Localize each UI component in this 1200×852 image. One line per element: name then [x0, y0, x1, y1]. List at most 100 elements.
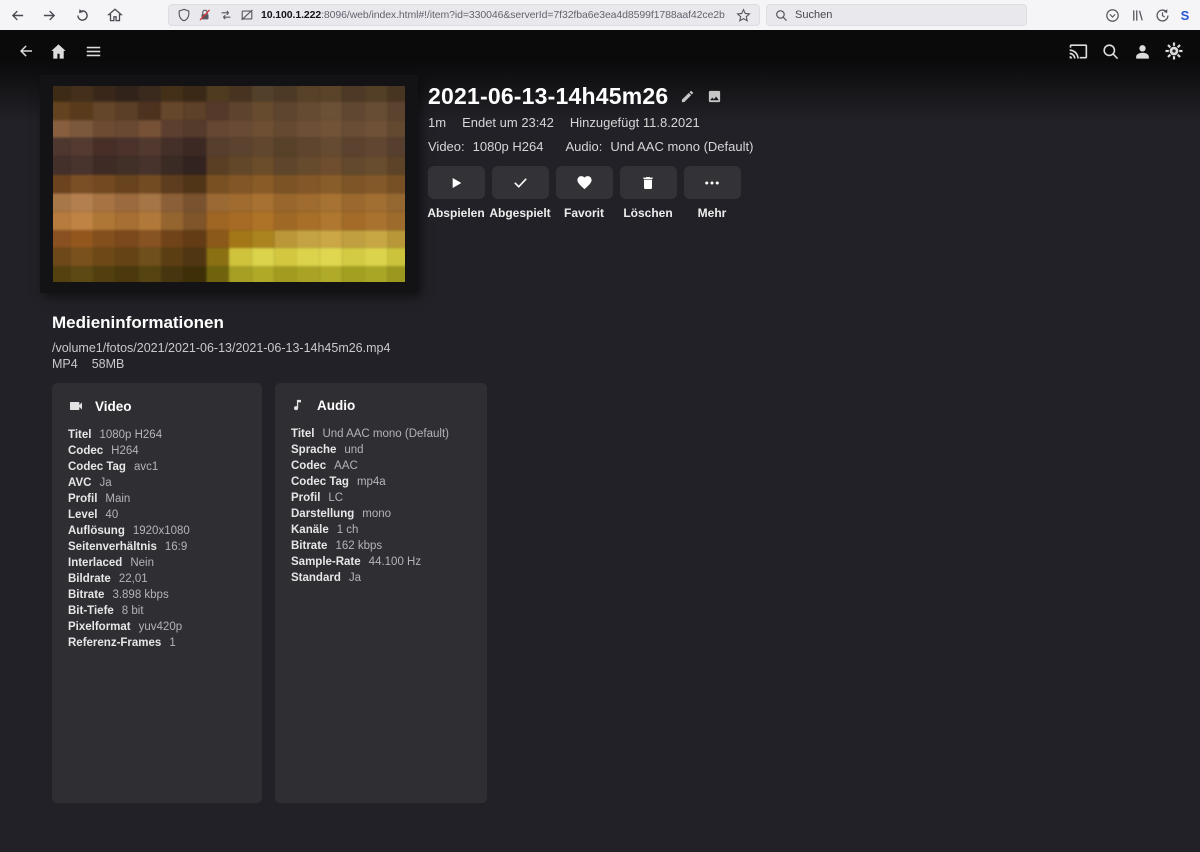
media-attribute-row: Titel 1080p H264: [68, 427, 246, 443]
attribute-label: Codec: [291, 460, 327, 472]
jellyfin-app: 2021-06-13-14h45m26 1m Endet um 23:42 Hi…: [0, 30, 1200, 852]
media-attribute-row: Kanäle 1 ch: [291, 522, 471, 538]
permissions-icon[interactable]: [219, 8, 233, 22]
app-search-icon[interactable]: [1097, 38, 1123, 64]
media-attribute-row: Bitrate 3.898 kbps: [68, 587, 246, 603]
user-icon[interactable]: [1129, 38, 1155, 64]
file-size: 58MB: [91, 357, 125, 371]
attribute-value: 8 bit: [121, 605, 144, 617]
edit-icon[interactable]: [680, 89, 695, 104]
url-host: 10.100.1.222: [261, 9, 322, 21]
mark-played-button[interactable]: [491, 166, 549, 199]
delete-button[interactable]: [619, 166, 677, 199]
attribute-label: Seitenverhältnis: [68, 541, 157, 553]
media-attribute-row: Darstellung mono: [291, 506, 471, 522]
attribute-value: 3.898 kbps: [112, 589, 169, 601]
attribute-value: Nein: [130, 557, 154, 569]
favorite-action: Favorit: [552, 166, 616, 220]
browser-reload-icon[interactable]: [71, 4, 93, 26]
attribute-value: 22,01: [118, 573, 148, 585]
history-icon[interactable]: [1151, 4, 1173, 26]
attribute-value: und: [344, 444, 364, 456]
video-stream-value[interactable]: 1080p H264: [473, 139, 544, 154]
settings-gear-icon[interactable]: [1161, 38, 1187, 64]
pocket-icon[interactable]: [1101, 4, 1123, 26]
url-bar[interactable]: 10.100.1.222:8096/web/index.html#!/item?…: [168, 4, 760, 26]
media-attribute-row: Auflösung 1920x1080: [68, 523, 246, 539]
video-card-title: Video: [95, 398, 132, 414]
music-note-icon: [293, 399, 301, 411]
date-added: Hinzugefügt 11.8.2021: [569, 115, 700, 130]
attribute-value: LC: [328, 492, 344, 504]
cast-icon[interactable]: [1065, 38, 1091, 64]
attribute-value: 44.100 Hz: [368, 556, 422, 568]
browser-search-bar[interactable]: Suchen: [766, 4, 1027, 26]
media-attribute-row: Codec H264: [68, 443, 246, 459]
media-info-cards: Video Titel 1080p H264 Codec H264 Codec Tag a…: [52, 383, 487, 803]
attribute-label: Referenz-Frames: [68, 637, 162, 649]
attribute-value: 1 ch: [336, 524, 359, 536]
attribute-value: avc1: [133, 461, 159, 473]
media-attribute-row: Bildrate 22,01: [68, 571, 246, 587]
media-attribute-row: Codec Tag avc1: [68, 459, 246, 475]
media-attribute-row: Pixelformat yuv420p: [68, 619, 246, 635]
play-action: Abspielen: [424, 166, 488, 220]
bookmark-star-icon[interactable]: [736, 7, 751, 23]
play-icon: [452, 177, 462, 188]
video-thumbnail[interactable]: [40, 75, 418, 293]
attribute-value: yuv420p: [138, 621, 183, 633]
insecure-lock-icon[interactable]: [198, 8, 212, 22]
attribute-label: Profil: [291, 492, 321, 504]
app-home-icon[interactable]: [45, 38, 71, 64]
browser-forward-icon[interactable]: [38, 4, 60, 26]
video-card-rows: Titel 1080p H264 Codec H264 Codec Tag avc1 AVC…: [68, 427, 246, 651]
attribute-value: AAC: [334, 460, 358, 472]
url-path: :8096/web/index.html#!/item?id=330046&se…: [321, 9, 725, 21]
attribute-value: 40: [105, 509, 119, 521]
audio-card-header: Audio: [291, 398, 471, 413]
attribute-value: mono: [362, 508, 392, 520]
app-back-icon[interactable]: [13, 38, 39, 64]
check-icon: [513, 178, 527, 188]
attribute-label: Bildrate: [68, 573, 111, 585]
play-button[interactable]: [427, 166, 485, 199]
more-action: Mehr: [680, 166, 744, 220]
played-action: Abgespielt: [488, 166, 552, 220]
edit-images-icon[interactable]: [707, 89, 722, 104]
attribute-label: Auflösung: [68, 525, 125, 537]
runtime: 1m: [428, 115, 447, 130]
attribute-label: Bitrate: [68, 589, 105, 601]
url-text[interactable]: 10.100.1.222:8096/web/index.html#!/item?…: [261, 9, 725, 21]
media-attribute-row: Interlaced Nein: [68, 555, 246, 571]
attribute-label: Bit-Tiefe: [68, 605, 114, 617]
video-stream-label: Video:: [428, 139, 465, 154]
tracking-shield-icon[interactable]: [177, 8, 191, 22]
attribute-label: Sample-Rate: [291, 556, 361, 568]
video-card-header: Video: [68, 398, 246, 414]
favorite-button[interactable]: [555, 166, 613, 199]
audio-card-title: Audio: [317, 398, 356, 413]
attribute-label: Level: [68, 509, 98, 521]
media-attribute-row: Sample-Rate 44.100 Hz: [291, 554, 471, 570]
extension-account-icon[interactable]: S: [1174, 4, 1196, 26]
app-menu-icon[interactable]: [80, 38, 106, 64]
video-camera-icon: [70, 402, 82, 410]
attribute-value: mp4a: [356, 476, 386, 488]
more-button[interactable]: [683, 166, 741, 199]
media-attribute-row: Seitenverhältnis 16:9: [68, 539, 246, 555]
trash-icon: [643, 176, 653, 189]
browser-back-icon[interactable]: [6, 4, 28, 26]
media-attribute-row: Codec Tag mp4a: [291, 474, 471, 490]
page-title: 2021-06-13-14h45m26: [428, 83, 669, 109]
attribute-value: 1920x1080: [132, 525, 190, 537]
images-blocked-icon[interactable]: [240, 8, 254, 22]
attribute-label: Codec Tag: [291, 476, 349, 488]
attribute-label: Kanäle: [291, 524, 329, 536]
library-icon[interactable]: [1126, 4, 1148, 26]
audio-stream-value[interactable]: Und AAC mono (Default): [610, 139, 753, 154]
media-attribute-row: Titel Und AAC mono (Default): [291, 426, 471, 442]
attribute-label: Interlaced: [68, 557, 123, 569]
browser-home-icon[interactable]: [104, 4, 126, 26]
attribute-label: AVC: [68, 477, 92, 489]
media-info-heading: Medieninformationen: [52, 313, 224, 332]
